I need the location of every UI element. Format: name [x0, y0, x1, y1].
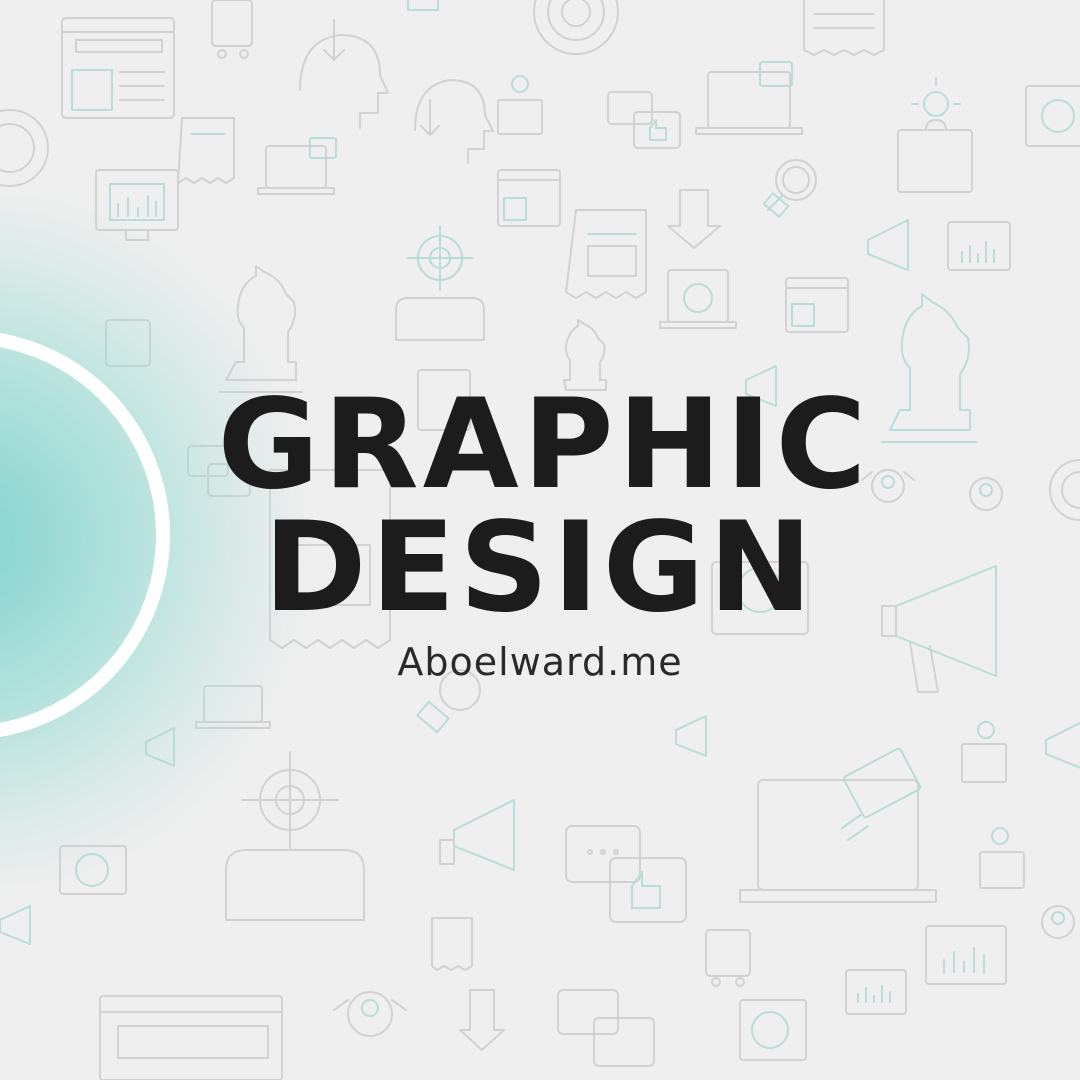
browser-window-icon	[61, 17, 175, 119]
poster-canvas: GRAPHIC DESIGN Aboelward.me	[0, 0, 1080, 1080]
title-line-graphic: GRAPHIC	[217, 373, 871, 517]
head-arrow-icon	[299, 19, 494, 164]
website-label: Aboelward.me	[397, 640, 683, 684]
title-line-design: DESIGN	[263, 496, 817, 640]
